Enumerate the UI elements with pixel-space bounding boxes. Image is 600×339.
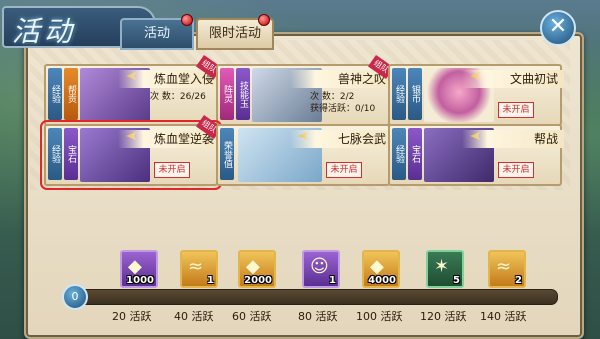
milestone-label: 140 活跃 [480, 310, 527, 323]
activity-name: 七脉会武 [290, 130, 392, 148]
reward-chest[interactable]: ≈ 2 [488, 250, 526, 288]
notification-dot [181, 14, 193, 26]
reward-quantity: 1 [207, 275, 214, 286]
not-open-stamp: 未开启 [498, 102, 534, 118]
scroll-icon: ≈ [496, 256, 512, 277]
activity-card[interactable]: 经验 银币 文曲初试 未开启 [388, 64, 564, 126]
milestone-label: 40 活跃 [174, 310, 214, 323]
activity-card[interactable]: 荣誉值 七脉会武 未开启 [216, 124, 392, 186]
milestone-label: 100 活跃 [356, 310, 403, 323]
page-title: 活动 [12, 15, 77, 48]
gold-ingot-icon: ◆ [370, 256, 384, 277]
tag-ribbon: 宝石 [408, 128, 422, 180]
reward-chest[interactable]: ✶ 5 [426, 250, 464, 288]
reward-quantity: 5 [453, 275, 460, 286]
progress-track [70, 289, 558, 305]
reward-chest[interactable]: ◆ 4000 [362, 250, 400, 288]
reward-chest[interactable]: ≈ 1 [180, 250, 218, 288]
tag-ribbon: 经验 [392, 128, 406, 180]
activity-info: 次 数：2/2 获得活跃：0/10 [310, 91, 375, 115]
reward-quantity: 4000 [368, 275, 396, 286]
notification-dot [258, 14, 270, 26]
header: 活动 活动 限时活动 ✕ [0, 0, 600, 50]
count-text: 次 数：26/26 [150, 92, 206, 102]
gold-ingot-icon: ◆ [128, 256, 142, 277]
tag-ribbon: 宝石 [64, 128, 78, 180]
milestone-label: 60 活跃 [232, 310, 272, 323]
tag-ribbon: 技能玉 [236, 68, 250, 120]
tag-ribbon: 银币 [408, 68, 422, 120]
tag-ribbon: 经验 [48, 68, 62, 120]
reward-quantity: 2000 [244, 275, 272, 286]
activity-name: 帮战 [462, 130, 564, 148]
milestone-label: 120 活跃 [420, 310, 467, 323]
close-icon: ✕ [548, 14, 568, 39]
scroll-icon: ≈ [188, 256, 204, 277]
milestone-label: 20 活跃 [112, 310, 152, 323]
tag-ribbon: 荣誉值 [220, 128, 234, 180]
reward-quantity: 1000 [126, 275, 154, 286]
count-text: 次 数：2/2 [310, 92, 355, 102]
tag-ribbon: 经验 [392, 68, 406, 120]
reward-quantity: 1 [329, 275, 336, 286]
tag-ribbon: 阵灵 [220, 68, 234, 120]
tag-ribbon: 帮贡 [64, 68, 78, 120]
progress-counter: 0 [62, 284, 88, 310]
tag-ribbon: 经验 [48, 128, 62, 180]
activity-card[interactable]: 经验 宝石 帮战 未开启 [388, 124, 564, 186]
reward-chest[interactable]: ◆ 2000 [238, 250, 276, 288]
character-portrait-icon: ☺ [310, 256, 329, 277]
close-button[interactable]: ✕ [540, 10, 576, 46]
activity-reward-track: 0 ◆ 1000 20 活跃 ≈ 1 40 活跃 ◆ 2000 60 活跃 ☺ … [40, 250, 564, 326]
milestone-label: 80 活跃 [298, 310, 338, 323]
gold-ingot-icon: ◆ [246, 256, 260, 277]
reward-chest[interactable]: ☺ 1 [302, 250, 340, 288]
activity-card-selected[interactable]: 经验 宝石 炼血堂逆袭 组队 未开启 [40, 114, 223, 190]
activity-card[interactable]: 阵灵 技能玉 兽神之叹 次 数：2/2 获得活跃：0/10 组队 [216, 54, 395, 126]
activity-info: 次 数：26/26 [150, 91, 206, 103]
activity-card[interactable]: 经验 帮贡 炼血堂入侵 次 数：26/26 组队 [44, 54, 223, 126]
not-open-stamp: 未开启 [326, 162, 362, 178]
activity-name: 文曲初试 [462, 70, 564, 88]
activity-points-text: 获得活跃：0/10 [310, 104, 376, 114]
not-open-stamp: 未开启 [498, 162, 534, 178]
not-open-stamp: 未开启 [154, 162, 190, 178]
claw-item-icon: ✶ [434, 256, 450, 277]
reward-quantity: 2 [515, 275, 522, 286]
reward-chest[interactable]: ◆ 1000 [120, 250, 158, 288]
